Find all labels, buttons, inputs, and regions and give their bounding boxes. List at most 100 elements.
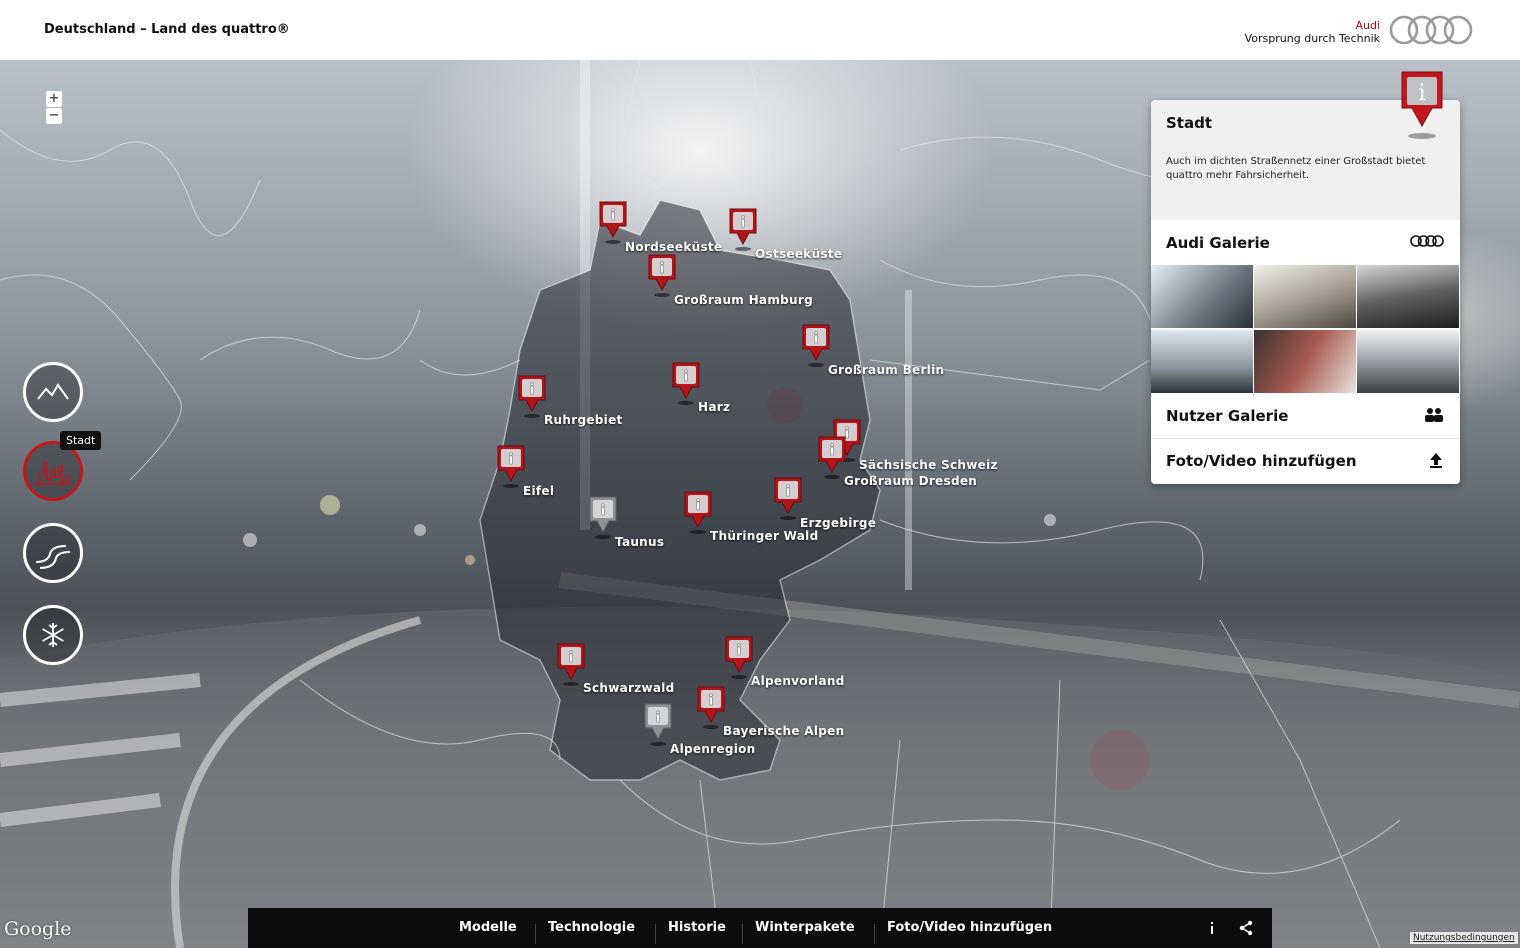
map-marker-label[interactable]: Großraum Berlin [828, 363, 944, 377]
map-marker-pin[interactable]: i [556, 642, 586, 686]
info-pin-icon: i [644, 703, 672, 746]
svg-text:i: i [1418, 81, 1425, 106]
zoom-in-button[interactable]: + [46, 91, 62, 107]
svg-text:i: i [814, 331, 819, 347]
svg-text:i: i [660, 261, 665, 277]
category-snow-button[interactable] [23, 605, 83, 665]
user-gallery-row[interactable]: Nutzer Galerie [1151, 394, 1460, 438]
map-marker-pin[interactable]: i [683, 490, 713, 534]
map-marker-pin[interactable]: i [496, 444, 526, 488]
category-mountains-button[interactable] [23, 362, 83, 422]
mountains-icon [37, 383, 69, 400]
info-description: Auch im dichten Straßennetz einer Großst… [1166, 156, 1426, 181]
map-marker-label[interactable]: Harz [698, 400, 730, 414]
map-marker-pin[interactable]: i [728, 207, 758, 251]
map-marker-label[interactable]: Großraum Dresden [844, 474, 977, 488]
svg-text:i: i [656, 710, 661, 726]
info-pin-icon: i [725, 636, 753, 679]
page-title: Deutschland – Land des quattro® [44, 22, 290, 37]
footer-nav: Modelle Technologie Historie Winterpaket… [248, 908, 1272, 948]
map-marker-pin[interactable]: i [801, 323, 831, 367]
audi-gallery-label: Audi Galerie [1166, 234, 1270, 252]
svg-text:i: i [569, 650, 574, 666]
map-marker-pin[interactable]: i [643, 702, 673, 746]
map-marker-pin[interactable]: i [588, 495, 618, 539]
svg-text:i: i [530, 382, 535, 398]
gallery-thumb[interactable] [1151, 330, 1253, 393]
svg-text:i: i [737, 643, 742, 659]
map-marker-label[interactable]: Eifel [523, 484, 554, 498]
info-pin-icon: i [672, 362, 700, 405]
nav-separator [874, 924, 875, 944]
gallery-thumb[interactable] [1254, 330, 1356, 393]
map-marker-label[interactable]: Erzgebirge [800, 516, 876, 530]
map-marker-pin[interactable]: i [647, 253, 677, 297]
upload-icon [1430, 453, 1442, 468]
nav-separator [535, 924, 536, 944]
audi-gallery-row[interactable]: Audi Galerie [1151, 221, 1460, 265]
brand-name: Audi [1355, 19, 1380, 32]
info-pin-icon: i [729, 208, 757, 251]
user-gallery-label: Nutzer Galerie [1166, 407, 1289, 425]
map-marker-pin[interactable]: i [724, 635, 754, 679]
map-marker-label[interactable]: Nordseeküste [625, 240, 722, 254]
map-marker-label[interactable]: Sächsische Schweiz [859, 458, 998, 472]
gallery-thumb[interactable] [1151, 265, 1253, 328]
svg-text:i: i [601, 503, 606, 519]
map-marker-label[interactable]: Schwarzwald [583, 681, 675, 695]
zoom-out-button[interactable]: − [46, 108, 62, 124]
panel-info-pin-icon: i [1401, 71, 1443, 139]
info-pin-icon: i [774, 477, 802, 520]
map-marker-label[interactable]: Ruhrgebiet [544, 413, 623, 427]
brand-slogan: Vorsprung durch Technik [1244, 32, 1380, 45]
svg-text:i: i [786, 484, 791, 500]
users-icon [1425, 408, 1443, 422]
terms-link[interactable]: Nutzungsbedingungen [1410, 932, 1518, 944]
map-marker-label[interactable]: Taunus [615, 535, 664, 549]
gallery-thumb[interactable] [1357, 265, 1459, 328]
map-marker-pin[interactable]: i [817, 435, 847, 479]
info-pin-icon: i [518, 375, 546, 418]
add-media-row[interactable]: Foto/Video hinzufügen [1151, 439, 1460, 483]
category-road-button[interactable] [23, 523, 83, 583]
info-icon[interactable] [1204, 920, 1220, 936]
brand-block: Audi Vorsprung durch Technik [1245, 19, 1380, 45]
info-title: Stadt [1166, 114, 1213, 132]
svg-text:i: i [830, 443, 835, 459]
map-marker-pin[interactable]: i [696, 685, 726, 729]
gallery-thumb[interactable] [1254, 265, 1356, 328]
map-marker-pin[interactable]: i [598, 200, 628, 244]
nav-historie[interactable]: Historie [668, 920, 726, 935]
info-pin-icon: i [599, 201, 627, 244]
header: Deutschland – Land des quattro® Audi Vor… [0, 0, 1520, 60]
map-marker-pin[interactable]: i [773, 476, 803, 520]
nav-winterpakete[interactable]: Winterpakete [755, 920, 855, 935]
map-marker-label[interactable]: Großraum Hamburg [674, 293, 813, 307]
nav-modelle[interactable]: Modelle [459, 920, 517, 935]
map-marker-label[interactable]: Bayerische Alpen [723, 724, 844, 738]
map-marker-label[interactable]: Ostseeküste [755, 247, 842, 261]
map-marker-label[interactable]: Alpenvorland [751, 674, 845, 688]
nav-add-media[interactable]: Foto/Video hinzufügen [887, 920, 1052, 935]
map-marker-pin[interactable]: i [517, 374, 547, 418]
info-pin-icon: i [648, 254, 676, 297]
category-city-button[interactable] [23, 441, 83, 501]
audi-gallery-thumbnails [1151, 265, 1460, 393]
svg-text:i: i [509, 452, 514, 468]
svg-text:i: i [696, 498, 701, 514]
google-logo[interactable]: Google [4, 918, 72, 940]
map-marker-pin[interactable]: i [671, 361, 701, 405]
audi-rings-logo[interactable] [1388, 14, 1474, 46]
info-pin-icon: i [497, 445, 525, 488]
map-marker-label[interactable]: Alpenregion [670, 742, 756, 756]
info-pin-icon: i [818, 436, 846, 479]
category-tooltip: Stadt [60, 431, 102, 450]
map-marker-label[interactable]: Thüringer Wald [710, 529, 818, 543]
share-icon[interactable] [1238, 920, 1254, 936]
info-pin-icon: i [557, 643, 585, 686]
gallery-thumb[interactable] [1357, 330, 1459, 393]
nav-technologie[interactable]: Technologie [548, 920, 635, 935]
info-pin-icon: i [802, 324, 830, 367]
nav-separator [655, 924, 656, 944]
snowflake-icon [42, 623, 64, 647]
